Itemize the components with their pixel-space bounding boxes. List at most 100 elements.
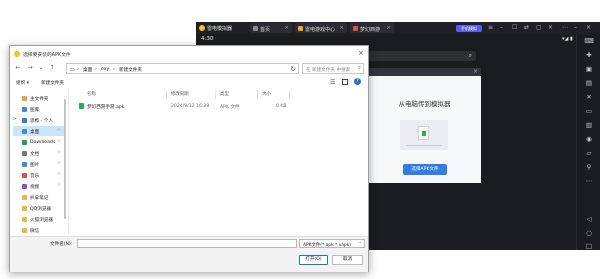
close-tab-icon[interactable]: × xyxy=(339,25,344,31)
breadcrumb-new-folder[interactable]: 新建文件夹 xyxy=(119,67,142,73)
file-size: 0 KB xyxy=(276,103,287,109)
maximize-icon[interactable]: ☐ xyxy=(512,24,517,31)
view-options-icon[interactable]: ☰ xyxy=(330,79,335,86)
breadcrumb-exy[interactable]: exy xyxy=(101,67,109,72)
back-icon[interactable]: ◁ xyxy=(583,214,595,224)
restore-icon[interactable]: ▢ xyxy=(536,24,542,31)
sidebar-item[interactable]: 图库 xyxy=(13,104,65,114)
operation-record-icon[interactable]: ▭ xyxy=(583,106,595,116)
search-folder-input[interactable]: 在 新建文件夹 中搜索 ⌕ xyxy=(302,63,364,74)
breadcrumb-separator: › xyxy=(95,66,97,72)
filename-label: 文件名(N): xyxy=(50,242,73,247)
tab-game-center[interactable]: 雷电游戏中心 × xyxy=(295,23,347,33)
sidebar-item[interactable]: 微信 xyxy=(13,225,65,235)
sidebar-item[interactable]: > 思桦 - 个人 xyxy=(13,115,65,125)
open-button[interactable]: 打开(O) xyxy=(299,255,328,265)
nav-scrollbar[interactable] xyxy=(63,89,66,234)
folder-icon xyxy=(22,227,27,233)
chevron-down-icon: ⌄ xyxy=(358,240,362,245)
close-dialog-icon[interactable]: × xyxy=(358,49,364,57)
column-name[interactable]: 名称 xyxy=(87,91,96,97)
close-tab-icon[interactable]: × xyxy=(284,25,289,31)
sidebar-item[interactable]: 文档 ⊹ xyxy=(13,148,65,158)
folder-icon xyxy=(22,205,27,211)
shake-icon[interactable]: ✕ xyxy=(583,92,595,102)
apk-dropzone[interactable]: 从电脑传到模拟器 选择APK文件 xyxy=(368,76,481,183)
sidebar-item[interactable]: 图片 ⊹ xyxy=(13,159,65,169)
sidebar-item[interactable]: Downloads ⊹ xyxy=(13,137,65,147)
menu-icon[interactable]: ≡ xyxy=(488,24,493,31)
dropzone-header: × xyxy=(368,68,481,76)
breadcrumb-arrow: › xyxy=(77,66,79,72)
sidebar-item-label: 音乐 xyxy=(30,173,40,179)
android-status-bar: 4:30 ▾◢ ▮ xyxy=(196,34,576,44)
pin-icon: ⊹ xyxy=(57,139,61,144)
location-icon[interactable]: ⚲ xyxy=(583,162,595,172)
help-icon[interactable]: ? xyxy=(354,78,361,85)
back-arrow-icon[interactable]: ← xyxy=(14,64,22,71)
sidebar-item[interactable]: 视频 ⊹ xyxy=(13,181,65,191)
dropzone-title: 从电脑传到模拟器 xyxy=(398,100,451,108)
sync-icon[interactable]: ⇄ xyxy=(524,24,529,31)
search-placeholder: 在 新建文件夹 中搜索 xyxy=(306,67,351,73)
sidebar-item[interactable]: 火狐浏览器 xyxy=(13,214,65,224)
close-dropzone-icon[interactable]: × xyxy=(473,68,478,75)
preview-pane-icon[interactable] xyxy=(342,79,348,85)
tab-label: 雷电游戏中心 xyxy=(305,26,336,33)
record-icon[interactable]: ◉ xyxy=(583,134,595,144)
cancel-button[interactable]: 取消 xyxy=(332,255,363,265)
sidebar-item[interactable]: 主文件夹 xyxy=(13,93,65,103)
recents-icon[interactable]: □ xyxy=(583,241,595,251)
more-options-icon[interactable]: ⋯ xyxy=(583,176,595,186)
multi-window-icon[interactable]: ▥ xyxy=(583,120,595,130)
gamepad-icon[interactable]: ✚ xyxy=(583,50,595,60)
file-name: 梦幻西游手游.apk xyxy=(87,104,125,110)
sidebar-item-label: 视频 xyxy=(30,184,40,190)
column-type[interactable]: 类型 xyxy=(220,91,229,97)
column-size[interactable]: 大小 xyxy=(262,91,271,97)
emulator-search-bar[interactable]: ⌕ xyxy=(364,51,476,61)
sidebar-item-label: QQ浏览器 xyxy=(30,206,52,212)
organize-button[interactable]: 组织 ▾ xyxy=(16,80,29,86)
sidebar-item[interactable]: 桌面 ⊹ xyxy=(13,126,65,136)
download-icon xyxy=(22,139,27,145)
new-folder-button[interactable]: 新建文件夹 xyxy=(41,80,64,86)
minimize-icon[interactable]: – xyxy=(500,24,503,31)
select-apk-button[interactable]: 选择APK文件 xyxy=(403,164,447,175)
close-tab-icon[interactable]: × xyxy=(386,25,391,31)
refresh-icon[interactable]: ↻ xyxy=(291,65,296,73)
sidebar-item-label: 图库 xyxy=(30,107,40,113)
sidebar-item[interactable]: 音乐 ⊹ xyxy=(13,170,65,180)
keyboard-icon[interactable]: ⌨ xyxy=(583,36,595,46)
minimize-window-icon[interactable]: – xyxy=(574,24,577,31)
filetype-select[interactable]: APK文件(*.apk *.xapk) ⌄ xyxy=(299,239,365,248)
tab-game[interactable]: 梦幻西游 × xyxy=(350,23,394,33)
pin-icon: ⊹ xyxy=(57,183,61,188)
folder-path-icon: ▭ xyxy=(70,66,75,73)
folder-icon[interactable]: ▱ xyxy=(583,148,595,158)
dialog-footer: 文件名(N): APK文件(*.apk *.xapk) ⌄ 打开(O) 取消 xyxy=(10,236,368,272)
breadcrumb-desktop[interactable]: 桌面 xyxy=(83,67,92,73)
expand-chevron-icon[interactable]: > xyxy=(13,117,17,122)
recent-locations-icon[interactable]: ⌄ xyxy=(37,64,45,71)
phone-mode-button[interactable]: 手机模拟 xyxy=(456,25,482,32)
sidebar-item[interactable]: 扒拿笔记 xyxy=(13,192,65,202)
close-icon[interactable]: × xyxy=(548,24,553,31)
tab-home[interactable]: 首页 × xyxy=(250,23,292,33)
table-row[interactable]: 梦幻西游手游.apk 2024/9/13 16:29 APK 文件 0 KB xyxy=(73,101,293,111)
sidebar-item-label: 扒拿笔记 xyxy=(30,195,49,201)
apk-install-icon[interactable]: ▤ xyxy=(583,78,595,88)
home-button-icon[interactable]: ○ xyxy=(583,228,595,238)
pin-icon: ⊹ xyxy=(57,172,61,177)
screenshot-icon[interactable]: ▣ xyxy=(583,64,595,74)
column-modified[interactable]: 修改日期 xyxy=(171,91,189,97)
forward-arrow-icon[interactable]: → xyxy=(26,64,34,71)
address-bar[interactable]: ▭ › 桌面 › exy › 新建文件夹 ↻ xyxy=(66,63,299,74)
up-arrow-icon[interactable]: ↑ xyxy=(48,64,56,71)
more-icon[interactable]: ⋯ xyxy=(562,24,568,31)
filename-input[interactable] xyxy=(77,239,297,248)
sidebar-item[interactable]: QQ浏览器 xyxy=(13,203,65,213)
close-window-icon[interactable]: × xyxy=(586,24,591,31)
sidebar-item-label: 思桦 - 个人 xyxy=(30,118,53,124)
sidebar-item-label: 火狐浏览器 xyxy=(30,217,53,223)
